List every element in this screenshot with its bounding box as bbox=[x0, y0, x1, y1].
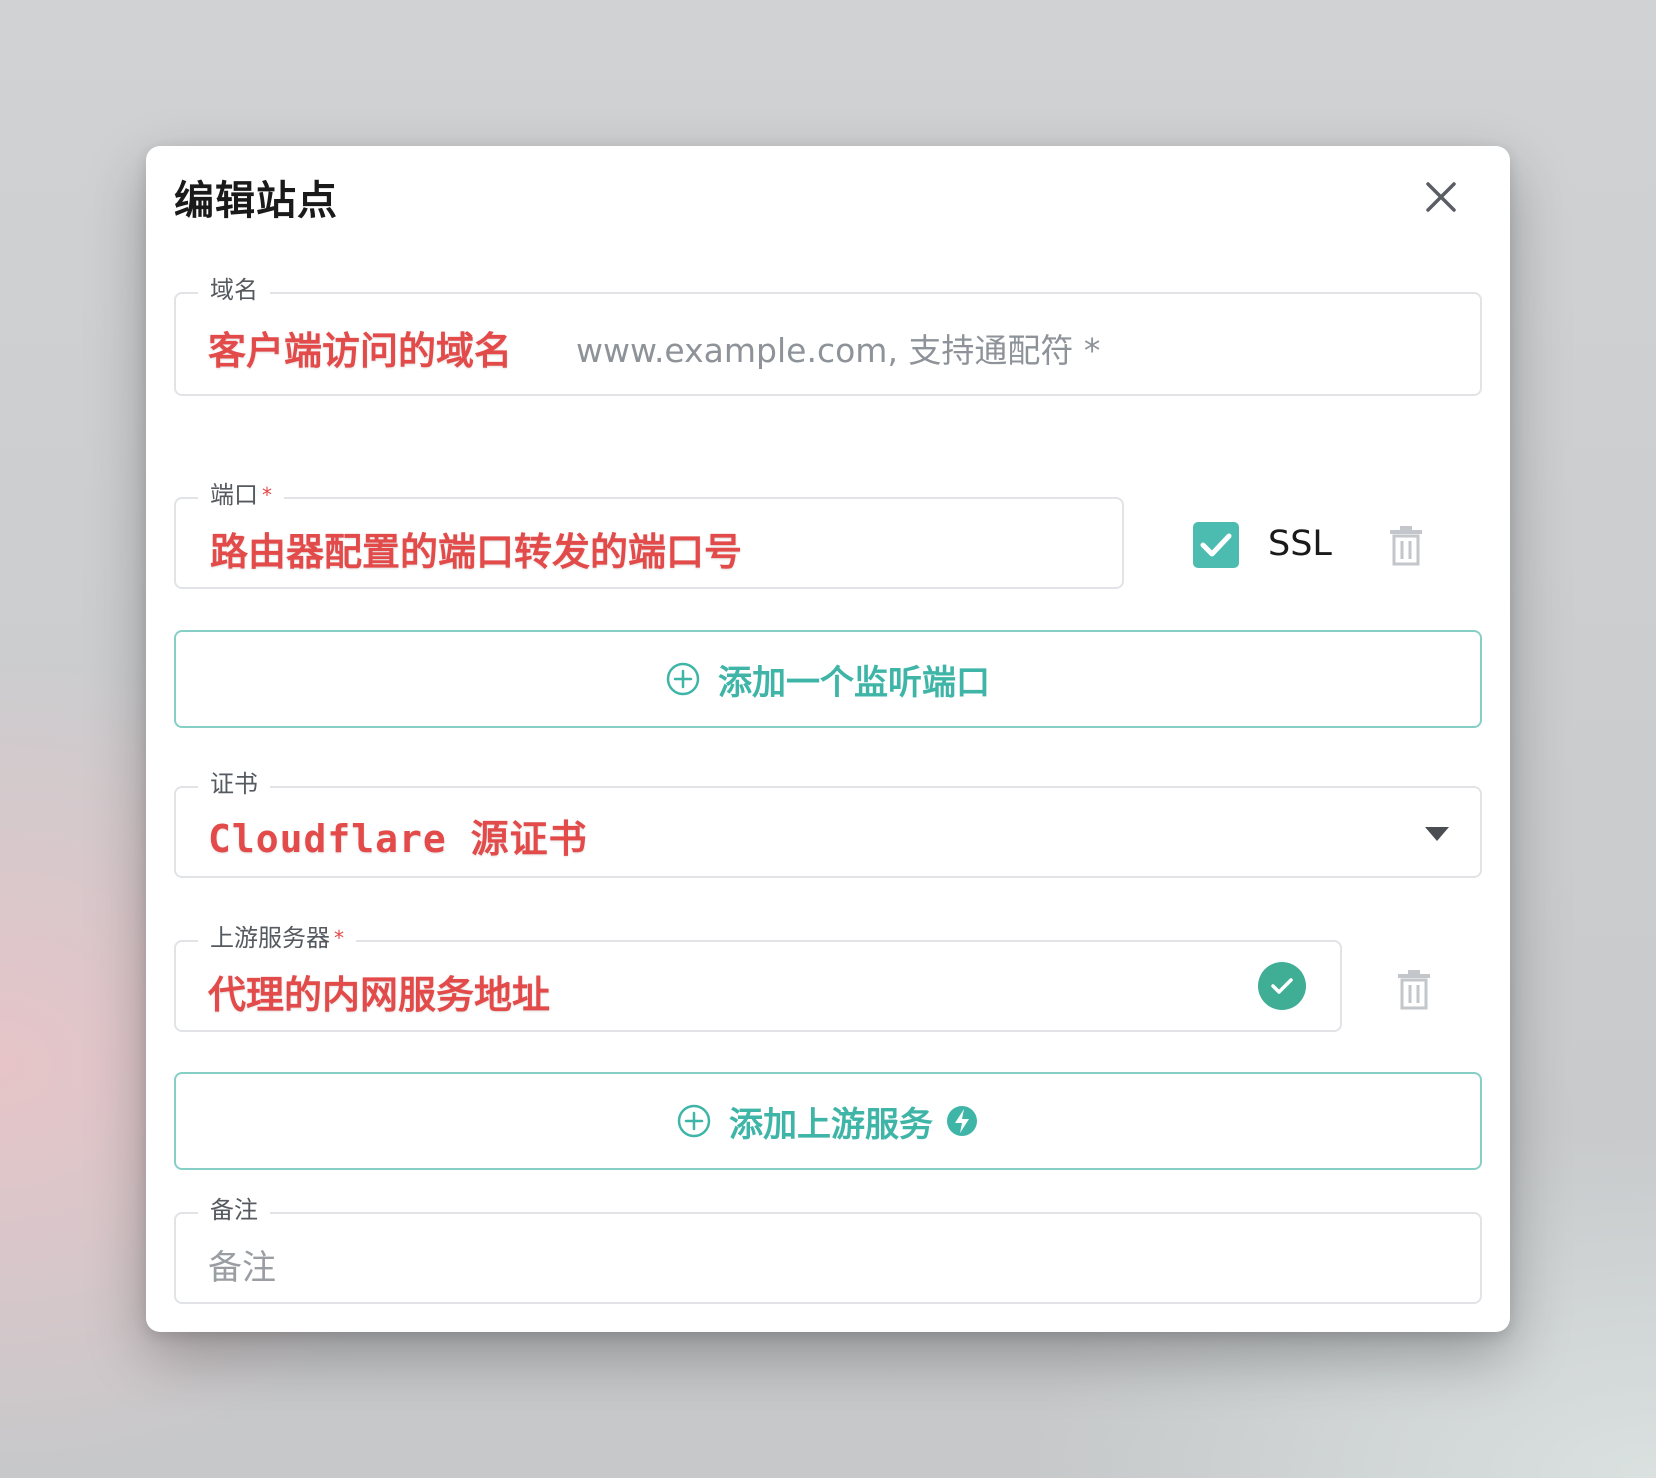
check-icon bbox=[1200, 533, 1232, 557]
ssl-label: SSL bbox=[1268, 524, 1332, 564]
flash-icon bbox=[947, 1106, 977, 1136]
note-field[interactable]: 备注 备注 bbox=[174, 1194, 1482, 1304]
domain-placeholder: www.example.com, 支持通配符 * bbox=[576, 331, 1101, 370]
domain-field[interactable]: 域名 客户端访问的域名 www.example.com, 支持通配符 * bbox=[174, 274, 1482, 396]
certificate-label-text: 证书 bbox=[210, 770, 258, 798]
port-label-text: 端口 bbox=[210, 481, 258, 509]
domain-label-text: 域名 bbox=[210, 276, 258, 304]
ssl-checkbox[interactable] bbox=[1193, 522, 1239, 568]
check-circle-icon bbox=[1258, 962, 1306, 1010]
domain-label: 域名 bbox=[198, 274, 270, 306]
port-label: 端口 * bbox=[198, 479, 284, 511]
edit-site-dialog: 编辑站点 域名 客户端访问的域名 www.example.com, 支持通配符 … bbox=[146, 146, 1510, 1332]
note-placeholder: 备注 bbox=[208, 1248, 276, 1288]
add-upstream-label: 添加上游服务 bbox=[729, 1104, 933, 1145]
plus-circle-icon bbox=[677, 1104, 711, 1138]
port-field[interactable]: 端口 * 路由器配置的端口转发的端口号 bbox=[174, 479, 1124, 589]
port-annotation: 路由器配置的端口转发的端口号 bbox=[210, 530, 743, 574]
close-icon[interactable] bbox=[1420, 176, 1462, 218]
add-port-label: 添加一个监听端口 bbox=[718, 662, 990, 703]
add-upstream-button[interactable]: 添加上游服务 bbox=[174, 1072, 1482, 1170]
required-mark: * bbox=[262, 483, 272, 507]
note-label: 备注 bbox=[198, 1194, 270, 1226]
upstream-field[interactable]: 上游服务器 * 代理的内网服务地址 bbox=[174, 922, 1342, 1032]
plus-circle-icon bbox=[666, 662, 700, 696]
chevron-down-icon[interactable] bbox=[1424, 826, 1450, 842]
dialog-title: 编辑站点 bbox=[174, 178, 338, 224]
certificate-value: Cloudflare 源证书 bbox=[208, 817, 588, 861]
required-mark: * bbox=[334, 926, 344, 950]
certificate-select[interactable]: 证书 Cloudflare 源证书 bbox=[174, 768, 1482, 878]
delete-upstream-icon[interactable] bbox=[1396, 970, 1432, 1010]
note-label-text: 备注 bbox=[210, 1196, 258, 1224]
certificate-label: 证书 bbox=[198, 768, 270, 800]
upstream-label-text: 上游服务器 bbox=[210, 924, 330, 952]
delete-port-icon[interactable] bbox=[1388, 526, 1424, 566]
upstream-annotation: 代理的内网服务地址 bbox=[208, 973, 551, 1017]
upstream-label: 上游服务器 * bbox=[198, 922, 356, 954]
add-port-button[interactable]: 添加一个监听端口 bbox=[174, 630, 1482, 728]
domain-annotation: 客户端访问的域名 bbox=[208, 329, 513, 373]
